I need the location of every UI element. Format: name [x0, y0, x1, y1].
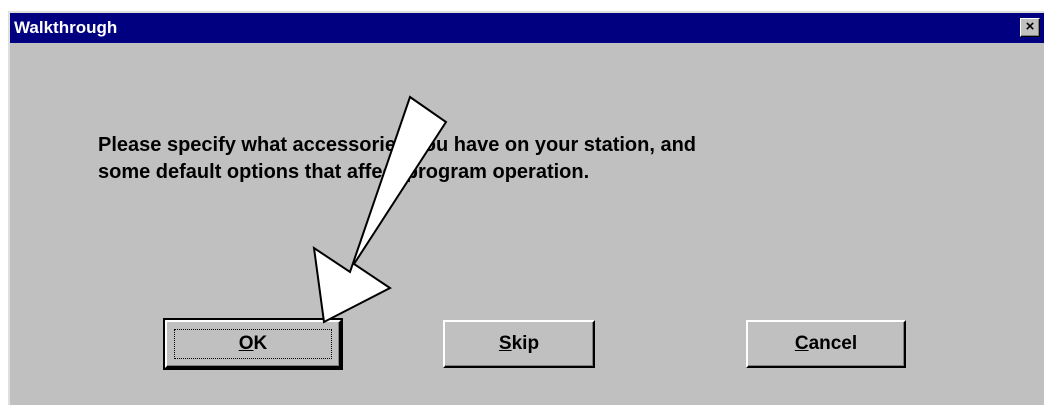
- close-icon: ×: [1025, 18, 1035, 35]
- cancel-mnemonic: C: [794, 333, 809, 354]
- ok-label-rest: K: [253, 333, 268, 354]
- skip-button-label: Skip: [499, 333, 539, 354]
- close-button[interactable]: ×: [1020, 18, 1040, 37]
- walkthrough-dialog: Walkthrough × Please specify what access…: [8, 11, 1044, 405]
- title-bar[interactable]: Walkthrough ×: [10, 13, 1044, 43]
- message-line-2: some default options that affect program…: [98, 161, 590, 183]
- dialog-title: Walkthrough: [14, 18, 118, 37]
- cancel-button-label: Cancel: [795, 333, 857, 354]
- ok-button-label: OK: [239, 333, 268, 354]
- cancel-label-rest: ancel: [808, 333, 858, 354]
- skip-mnemonic: S: [498, 333, 512, 354]
- skip-button[interactable]: Skip: [443, 320, 595, 368]
- message-text: Please specify what accessories you have…: [98, 132, 958, 186]
- ok-mnemonic: O: [238, 333, 254, 354]
- message-line-1: Please specify what accessories you have…: [98, 134, 697, 156]
- skip-label-rest: kip: [511, 333, 540, 354]
- ok-button[interactable]: OK: [163, 318, 343, 370]
- cancel-button[interactable]: Cancel: [746, 320, 906, 368]
